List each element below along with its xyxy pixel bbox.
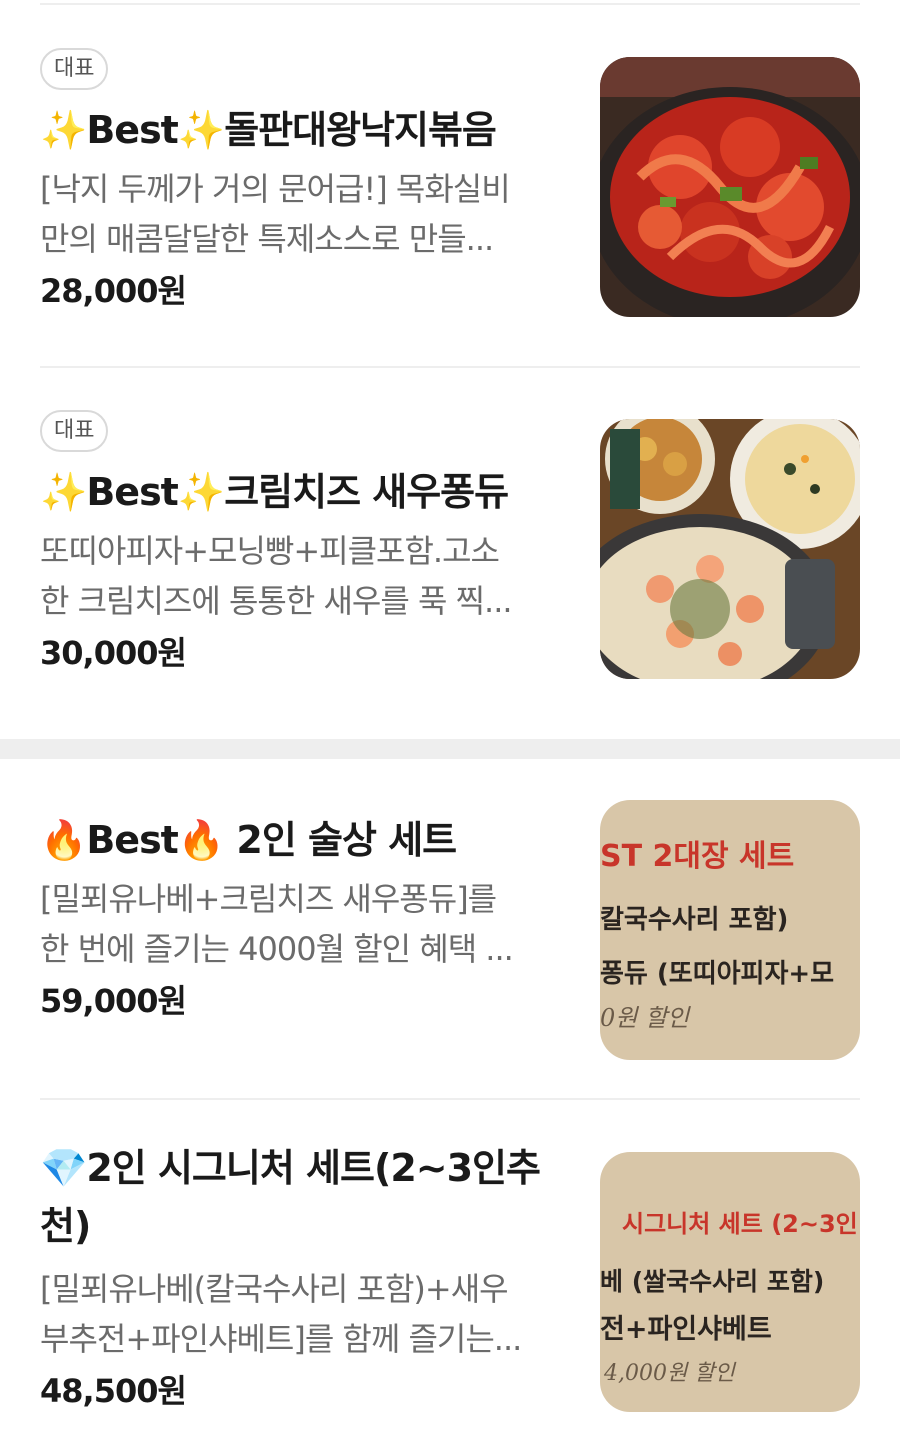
menu-item-price: 30,000원 bbox=[40, 634, 187, 672]
description-line: 부추전+파인샤베트]를 함께 즐기는... bbox=[40, 1320, 522, 1358]
divider bbox=[40, 3, 860, 5]
poster-text: ST 2대장 세트 bbox=[600, 839, 794, 874]
menu-item-title: 돌판대왕낙지볶음 bbox=[224, 108, 497, 152]
gem-icon: 💎 bbox=[40, 1146, 87, 1190]
menu-item-title: 2인 시그니처 세트(2~3인추 bbox=[86, 1146, 541, 1190]
divider bbox=[40, 1098, 860, 1100]
menu-item-name-continued: 천) bbox=[40, 1204, 91, 1248]
sparkle-icon: ✨ bbox=[177, 108, 225, 152]
menu-item-description: [밀푀유나베+크림치즈 새우퐁듀]를 한 번에 즐기는 4000월 할인 혜택 … bbox=[40, 874, 555, 974]
fondue-dish-image bbox=[600, 419, 860, 679]
menu-item-title: 2인 술상 세트 bbox=[224, 818, 457, 862]
menu-item-drinking-set[interactable]: 🔥Best🔥 2인 술상 세트 [밀푀유나베+크림치즈 새우퐁듀]를 한 번에 … bbox=[40, 800, 860, 1070]
poster-text: 0원 할인 bbox=[600, 1004, 691, 1032]
description-line: 한 번에 즐기는 4000월 할인 혜택 ... bbox=[40, 930, 514, 968]
poster-text: 전+파인샤베트 bbox=[600, 1314, 772, 1345]
menu-item-octopus[interactable]: 대표 ✨Best✨돌판대왕낙지볶음 [낙지 두께가 거의 문어급!] 목화실비 … bbox=[40, 48, 860, 328]
divider bbox=[40, 366, 860, 368]
sparkle-icon: ✨ bbox=[177, 470, 225, 514]
description-line: [밀푀유나베(칼국수사리 포함)+새우 bbox=[40, 1270, 509, 1308]
best-tag: Best bbox=[86, 470, 179, 514]
menu-item-photo: 시그니처 세트 (2~3인 추 베 (쌀국수사리 포함) 전+파인샤베트 4,0… bbox=[600, 1152, 860, 1412]
menu-item-photo bbox=[600, 57, 860, 317]
set-menu-poster-image: ST 2대장 세트 칼국수사리 포함) 퐁듀 (또띠아피자+모 0원 할인 bbox=[600, 800, 860, 1060]
representative-badge: 대표 bbox=[40, 410, 109, 452]
fire-icon: 🔥 bbox=[40, 818, 87, 862]
menu-item-name: ✨Best✨돌판대왕낙지볶음 bbox=[40, 104, 555, 156]
menu-item-name: 💎2인 시그니처 세트(2~3인추 bbox=[40, 1142, 555, 1194]
menu-item-price: 59,000원 bbox=[40, 982, 187, 1020]
octopus-dish-image bbox=[600, 57, 860, 317]
menu-item-name: 🔥Best🔥 2인 술상 세트 bbox=[40, 814, 555, 866]
best-tag: Best bbox=[86, 108, 179, 152]
menu-item-signature-set[interactable]: 💎2인 시그니처 세트(2~3인추 천) [밀푀유나베(칼국수사리 포함)+새우… bbox=[40, 1142, 860, 1442]
description-line: 만의 매콤달달한 특제소스로 만들... bbox=[40, 220, 494, 258]
menu-list: 대표 ✨Best✨돌판대왕낙지볶음 [낙지 두께가 거의 문어급!] 목화실비 … bbox=[0, 0, 900, 1455]
description-line: [밀푀유나베+크림치즈 새우퐁듀]를 bbox=[40, 880, 497, 918]
menu-item-name: ✨Best✨크림치즈 새우퐁듀 bbox=[40, 466, 555, 518]
menu-item-photo bbox=[600, 419, 860, 679]
menu-item-price: 48,500원 bbox=[40, 1372, 187, 1410]
poster-text: 4,000원 할인 bbox=[603, 1361, 736, 1386]
menu-item-price: 28,000원 bbox=[40, 272, 187, 310]
menu-item-photo: ST 2대장 세트 칼국수사리 포함) 퐁듀 (또띠아피자+모 0원 할인 bbox=[600, 800, 860, 1060]
menu-item-title: 크림치즈 새우퐁듀 bbox=[224, 470, 509, 514]
description-line: 또띠아피자+모닝빵+피클포함.고소 bbox=[40, 532, 500, 570]
best-tag: Best bbox=[86, 818, 179, 862]
sparkle-icon: ✨ bbox=[40, 470, 87, 514]
poster-text: 칼국수사리 포함) bbox=[600, 905, 788, 935]
set-menu-poster-image: 시그니처 세트 (2~3인 추 베 (쌀국수사리 포함) 전+파인샤베트 4,0… bbox=[600, 1152, 860, 1412]
menu-item-fondue[interactable]: 대표 ✨Best✨크림치즈 새우퐁듀 또띠아피자+모닝빵+피클포함.고소 한 크… bbox=[40, 410, 860, 690]
menu-item-description: [낙지 두께가 거의 문어급!] 목화실비 만의 매콤달달한 특제소스로 만들.… bbox=[40, 164, 555, 264]
description-line: [낙지 두께가 거의 문어급!] 목화실비 bbox=[40, 170, 511, 208]
section-separator bbox=[0, 739, 900, 759]
menu-item-description: [밀푀유나베(칼국수사리 포함)+새우 부추전+파인샤베트]를 함께 즐기는..… bbox=[40, 1264, 555, 1364]
representative-badge: 대표 bbox=[40, 48, 109, 90]
menu-item-description: 또띠아피자+모닝빵+피클포함.고소 한 크림치즈에 통통한 새우를 푹 찍... bbox=[40, 526, 555, 626]
poster-text: 시그니처 세트 (2~3인 추 bbox=[622, 1210, 860, 1238]
description-line: 한 크림치즈에 통통한 새우를 푹 찍... bbox=[40, 582, 513, 620]
poster-text: 베 (쌀국수사리 포함) bbox=[600, 1267, 824, 1296]
sparkle-icon: ✨ bbox=[40, 108, 87, 152]
poster-text: 퐁듀 (또띠아피자+모 bbox=[600, 959, 834, 989]
fire-icon: 🔥 bbox=[177, 818, 225, 862]
